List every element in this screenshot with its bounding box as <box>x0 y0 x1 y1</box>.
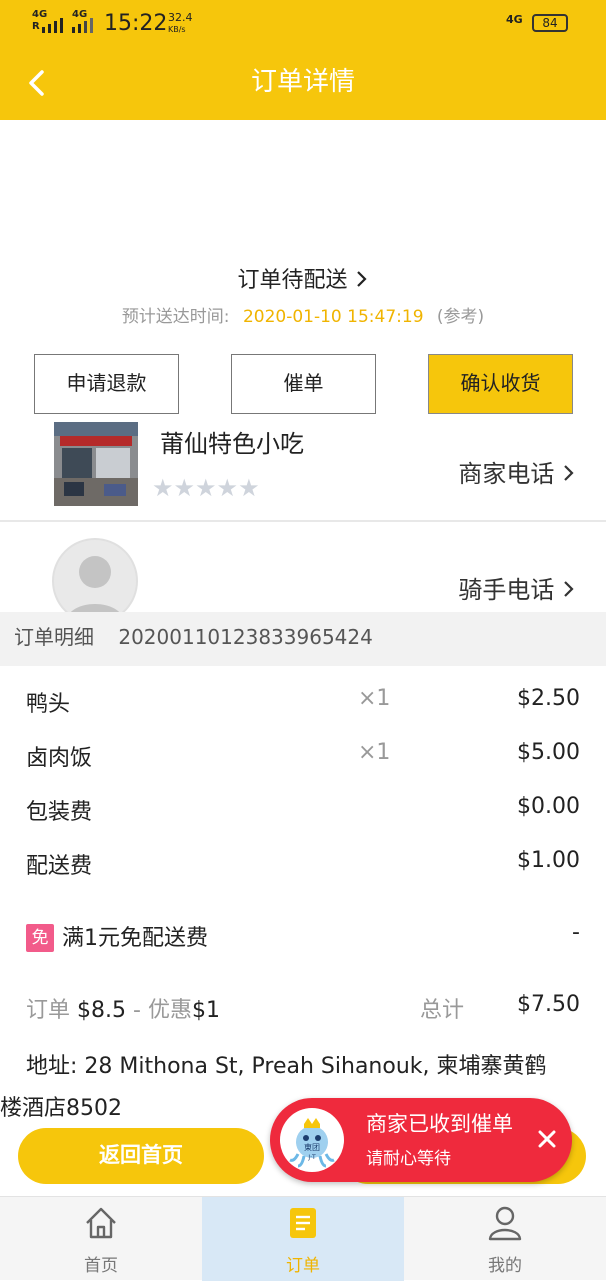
list-item: 配送费 $1.00 <box>0 848 606 888</box>
refund-button[interactable]: 申请退款 <box>34 354 179 414</box>
shop-name: 莆仙特色小吃 <box>160 430 304 458</box>
item-price: $0.00 <box>517 794 580 819</box>
bottom-tab-bar: 首页 订单 我的 <box>0 1196 606 1281</box>
order-summary: 订单 $8.5 - 优惠$1 <box>26 992 220 1024</box>
promo-value: - <box>572 920 580 945</box>
chevron-right-icon <box>564 465 574 481</box>
home-icon <box>86 1207 116 1239</box>
tab-home[interactable]: 首页 <box>0 1197 202 1281</box>
toast-title: 商家已收到催单 <box>366 1112 513 1136</box>
separator: - <box>133 998 141 1023</box>
total-value: $7.50 <box>517 992 580 1017</box>
order-label: 订单 <box>26 998 71 1023</box>
item-price: $2.50 <box>517 686 580 711</box>
order-status: 订单待配送 <box>237 268 348 293</box>
item-name: 鸭头 <box>26 692 71 717</box>
signal-bars-2-icon <box>72 18 93 33</box>
brand-logo: 東团 J·T <box>280 1108 344 1172</box>
eta-time: 2020-01-10 15:47:19 <box>242 307 424 327</box>
address-label: 地址: <box>26 1054 78 1079</box>
merchant-phone-label: 商家电话 <box>458 460 555 488</box>
back-arrow-icon[interactable] <box>22 66 56 100</box>
battery-level: 84 <box>542 16 558 30</box>
item-price: $5.00 <box>517 740 580 765</box>
toast-subtitle: 请耐心等待 <box>366 1149 451 1169</box>
promo-text: 满1元免配送费 <box>62 926 208 951</box>
address-line-1: 28 Mithona St, Preah Sihanouk, 柬埔寨黄鹤 <box>84 1054 547 1079</box>
shop-photo <box>54 422 138 506</box>
item-price: $1.00 <box>517 848 580 873</box>
tab-label: 首页 <box>84 1256 118 1276</box>
confirm-receipt-button[interactable]: 确认收货 <box>428 354 573 414</box>
eta-row: 预计送达时间: 2020-01-10 15:47:19 (参考) <box>0 302 606 327</box>
eta-note: (参考) <box>436 307 485 327</box>
chevron-right-icon <box>356 271 367 287</box>
tab-profile[interactable]: 我的 <box>404 1197 606 1281</box>
user-icon <box>488 1206 522 1241</box>
logo-subtext: J·T <box>307 1154 316 1161</box>
status-bar: 4G R 4G 15:22 32.4 KB/s 4G 84 <box>0 0 606 48</box>
tab-orders[interactable]: 订单 <box>202 1197 404 1281</box>
back-to-home-button[interactable]: 返回首页 <box>18 1128 264 1184</box>
order-detail-header: 订单明细 20200110123833965424 <box>0 612 606 666</box>
signal-1-roaming: R <box>32 21 40 32</box>
list-item: 鸭头 ×1 $2.50 <box>0 686 606 726</box>
chevron-right-icon <box>564 581 574 597</box>
eta-label: 预计送达时间: <box>121 307 230 327</box>
free-badge: 免 <box>26 924 54 952</box>
order-detail-label: 订单明细 <box>14 625 94 649</box>
network-type: 4G <box>506 13 523 26</box>
item-name: 配送费 <box>26 854 93 879</box>
order-id: 20200110123833965424 <box>118 625 373 649</box>
network-speed-unit: KB/s <box>168 25 186 34</box>
rider-phone-label: 骑手电话 <box>458 576 555 604</box>
rider-phone-link[interactable]: 骑手电话 <box>458 570 576 605</box>
urge-order-button[interactable]: 催单 <box>231 354 376 414</box>
discount-label: 优惠 <box>147 998 192 1023</box>
order-status-link[interactable]: 订单待配送 <box>0 262 606 294</box>
urge-toast: 東团 J·T 商家已收到催单 请耐心等待 <box>270 1098 572 1182</box>
item-qty: ×1 <box>358 686 391 711</box>
tab-label: 我的 <box>488 1256 522 1276</box>
close-icon[interactable] <box>534 1126 560 1152</box>
divider <box>0 520 606 522</box>
item-qty: ×1 <box>358 740 391 765</box>
list-item: 卤肉饭 ×1 $5.00 <box>0 740 606 780</box>
discount-value: $1 <box>191 998 220 1023</box>
clock: 15:22 <box>104 11 168 36</box>
item-name: 包装费 <box>26 800 93 825</box>
order-value: $8.5 <box>77 998 126 1023</box>
order-icon <box>290 1208 316 1238</box>
page-title: 订单详情 <box>250 67 355 97</box>
battery-icon: 84 <box>532 14 568 32</box>
list-item: 包装费 $0.00 <box>0 794 606 834</box>
item-name: 卤肉饭 <box>26 746 93 771</box>
app-header: 订单详情 <box>0 48 606 120</box>
rating-stars: ★★★★★ <box>152 474 260 502</box>
total-label: 总计 <box>420 998 465 1023</box>
logo-text: 東团 <box>304 1142 320 1152</box>
tab-label: 订单 <box>286 1256 320 1276</box>
network-speed: 32.4 KB/s <box>168 12 193 35</box>
signal-bars-icon <box>42 18 63 33</box>
merchant-phone-link[interactable]: 商家电话 <box>458 454 576 489</box>
network-speed-value: 32.4 <box>168 11 193 24</box>
